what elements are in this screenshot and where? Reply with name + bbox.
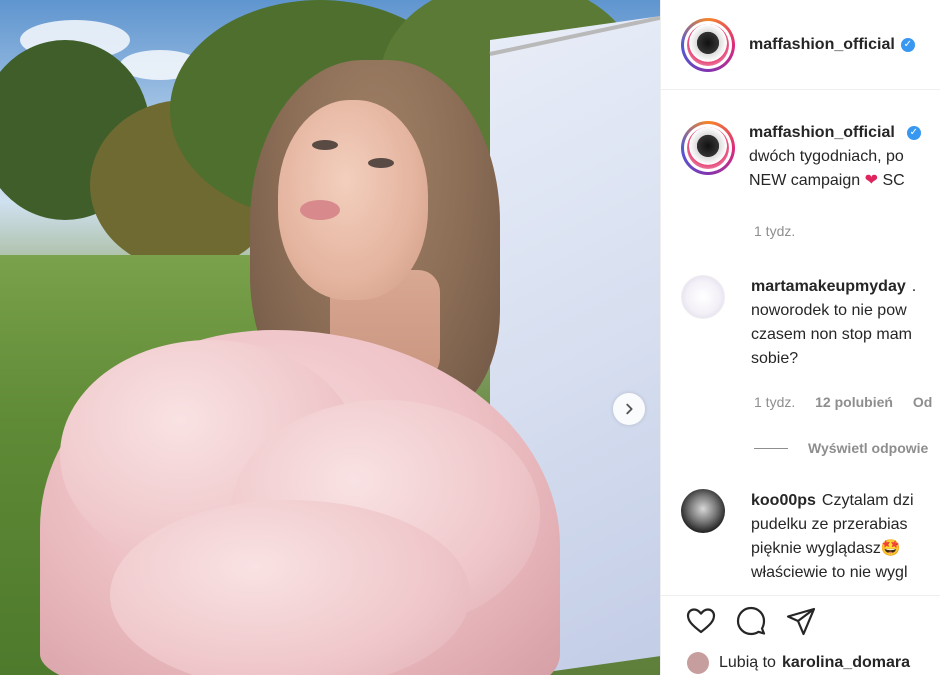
photo-face: [278, 100, 428, 300]
verified-badge-icon: ✓: [906, 125, 921, 140]
post-photo: [0, 0, 660, 675]
caption-line: NEW campaign ❤ SC: [749, 172, 905, 189]
author-avatar[interactable]: [681, 17, 735, 72]
post-side-panel: maffashion_official ✓ maffashion_officia…: [660, 0, 940, 675]
comment-body: koo00ps Czytalam dzi pudelku ze przerabia…: [751, 489, 914, 585]
photo-eye: [368, 158, 394, 168]
verified-badge-icon: ✓: [900, 37, 915, 52]
photo-ruffle: [110, 500, 470, 675]
caption-username[interactable]: maffashion_official: [749, 124, 895, 141]
likes-summary: Lubią to karolina_domara: [687, 652, 910, 674]
comment-likes[interactable]: 12 polubień: [815, 394, 893, 410]
comment: martamakeupmyday. noworodek to nie pow c…: [681, 275, 940, 371]
photo-lips: [300, 200, 340, 220]
commenter-avatar[interactable]: [681, 275, 725, 319]
caption-line: dwóch tygodniach, po: [749, 148, 904, 165]
post-header: maffashion_official ✓: [661, 0, 940, 90]
comment: koo00ps Czytalam dzi pudelku ze przerabia…: [681, 489, 940, 585]
caption-body: maffashion_official ✓ dwóch tygodniach, p…: [749, 121, 921, 193]
comment-username[interactable]: martamakeupmyday: [751, 278, 906, 295]
comment-line: pięknie wyglądasz🤩: [751, 540, 901, 557]
comment-line: pudelku ze przerabias: [751, 516, 908, 533]
comment-line: noworodek to nie pow: [751, 302, 907, 319]
photo-eye: [312, 140, 338, 150]
comment-line: czasem non stop mam: [751, 326, 912, 343]
view-replies-button[interactable]: Wyświetl odpowie: [754, 440, 928, 456]
caption-avatar-image: [687, 127, 729, 169]
next-photo-button[interactable]: [613, 393, 645, 425]
liker-username[interactable]: karolina_domara: [782, 654, 910, 672]
author-username[interactable]: maffashion_official: [749, 36, 895, 54]
comment-meta: 1 tydz. 12 polubień Od: [754, 394, 940, 410]
comments-list: maffashion_official ✓ dwóch tygodniach, p…: [661, 91, 940, 591]
caption: maffashion_official ✓ dwóch tygodniach, p…: [681, 121, 940, 193]
post-actions: [661, 595, 940, 645]
commenter-avatar[interactable]: [681, 489, 725, 533]
heart-icon: [686, 607, 716, 633]
caption-time[interactable]: 1 tydz.: [754, 223, 795, 239]
like-button[interactable]: [683, 603, 719, 639]
paper-plane-icon: [786, 607, 816, 635]
comment-username[interactable]: koo00ps: [751, 492, 816, 509]
share-button[interactable]: [783, 603, 819, 639]
comment-body: martamakeupmyday. noworodek to nie pow c…: [751, 275, 916, 371]
replies-divider: [754, 447, 788, 449]
comment-time[interactable]: 1 tydz.: [754, 394, 795, 410]
comment-line: sobie?: [751, 350, 799, 367]
liker-avatar[interactable]: [687, 652, 709, 674]
heart-emoji-icon: ❤: [864, 172, 879, 189]
author-avatar-image: [687, 23, 729, 66]
comment-button[interactable]: [733, 603, 769, 639]
comment-line: właściewie to nie wygl: [751, 564, 908, 581]
chevron-right-icon: [626, 403, 633, 415]
comment-bubble-icon: [736, 606, 766, 635]
caption-avatar[interactable]: [681, 121, 735, 175]
reply-button[interactable]: Od: [913, 394, 932, 410]
caption-meta: 1 tydz.: [754, 223, 811, 239]
